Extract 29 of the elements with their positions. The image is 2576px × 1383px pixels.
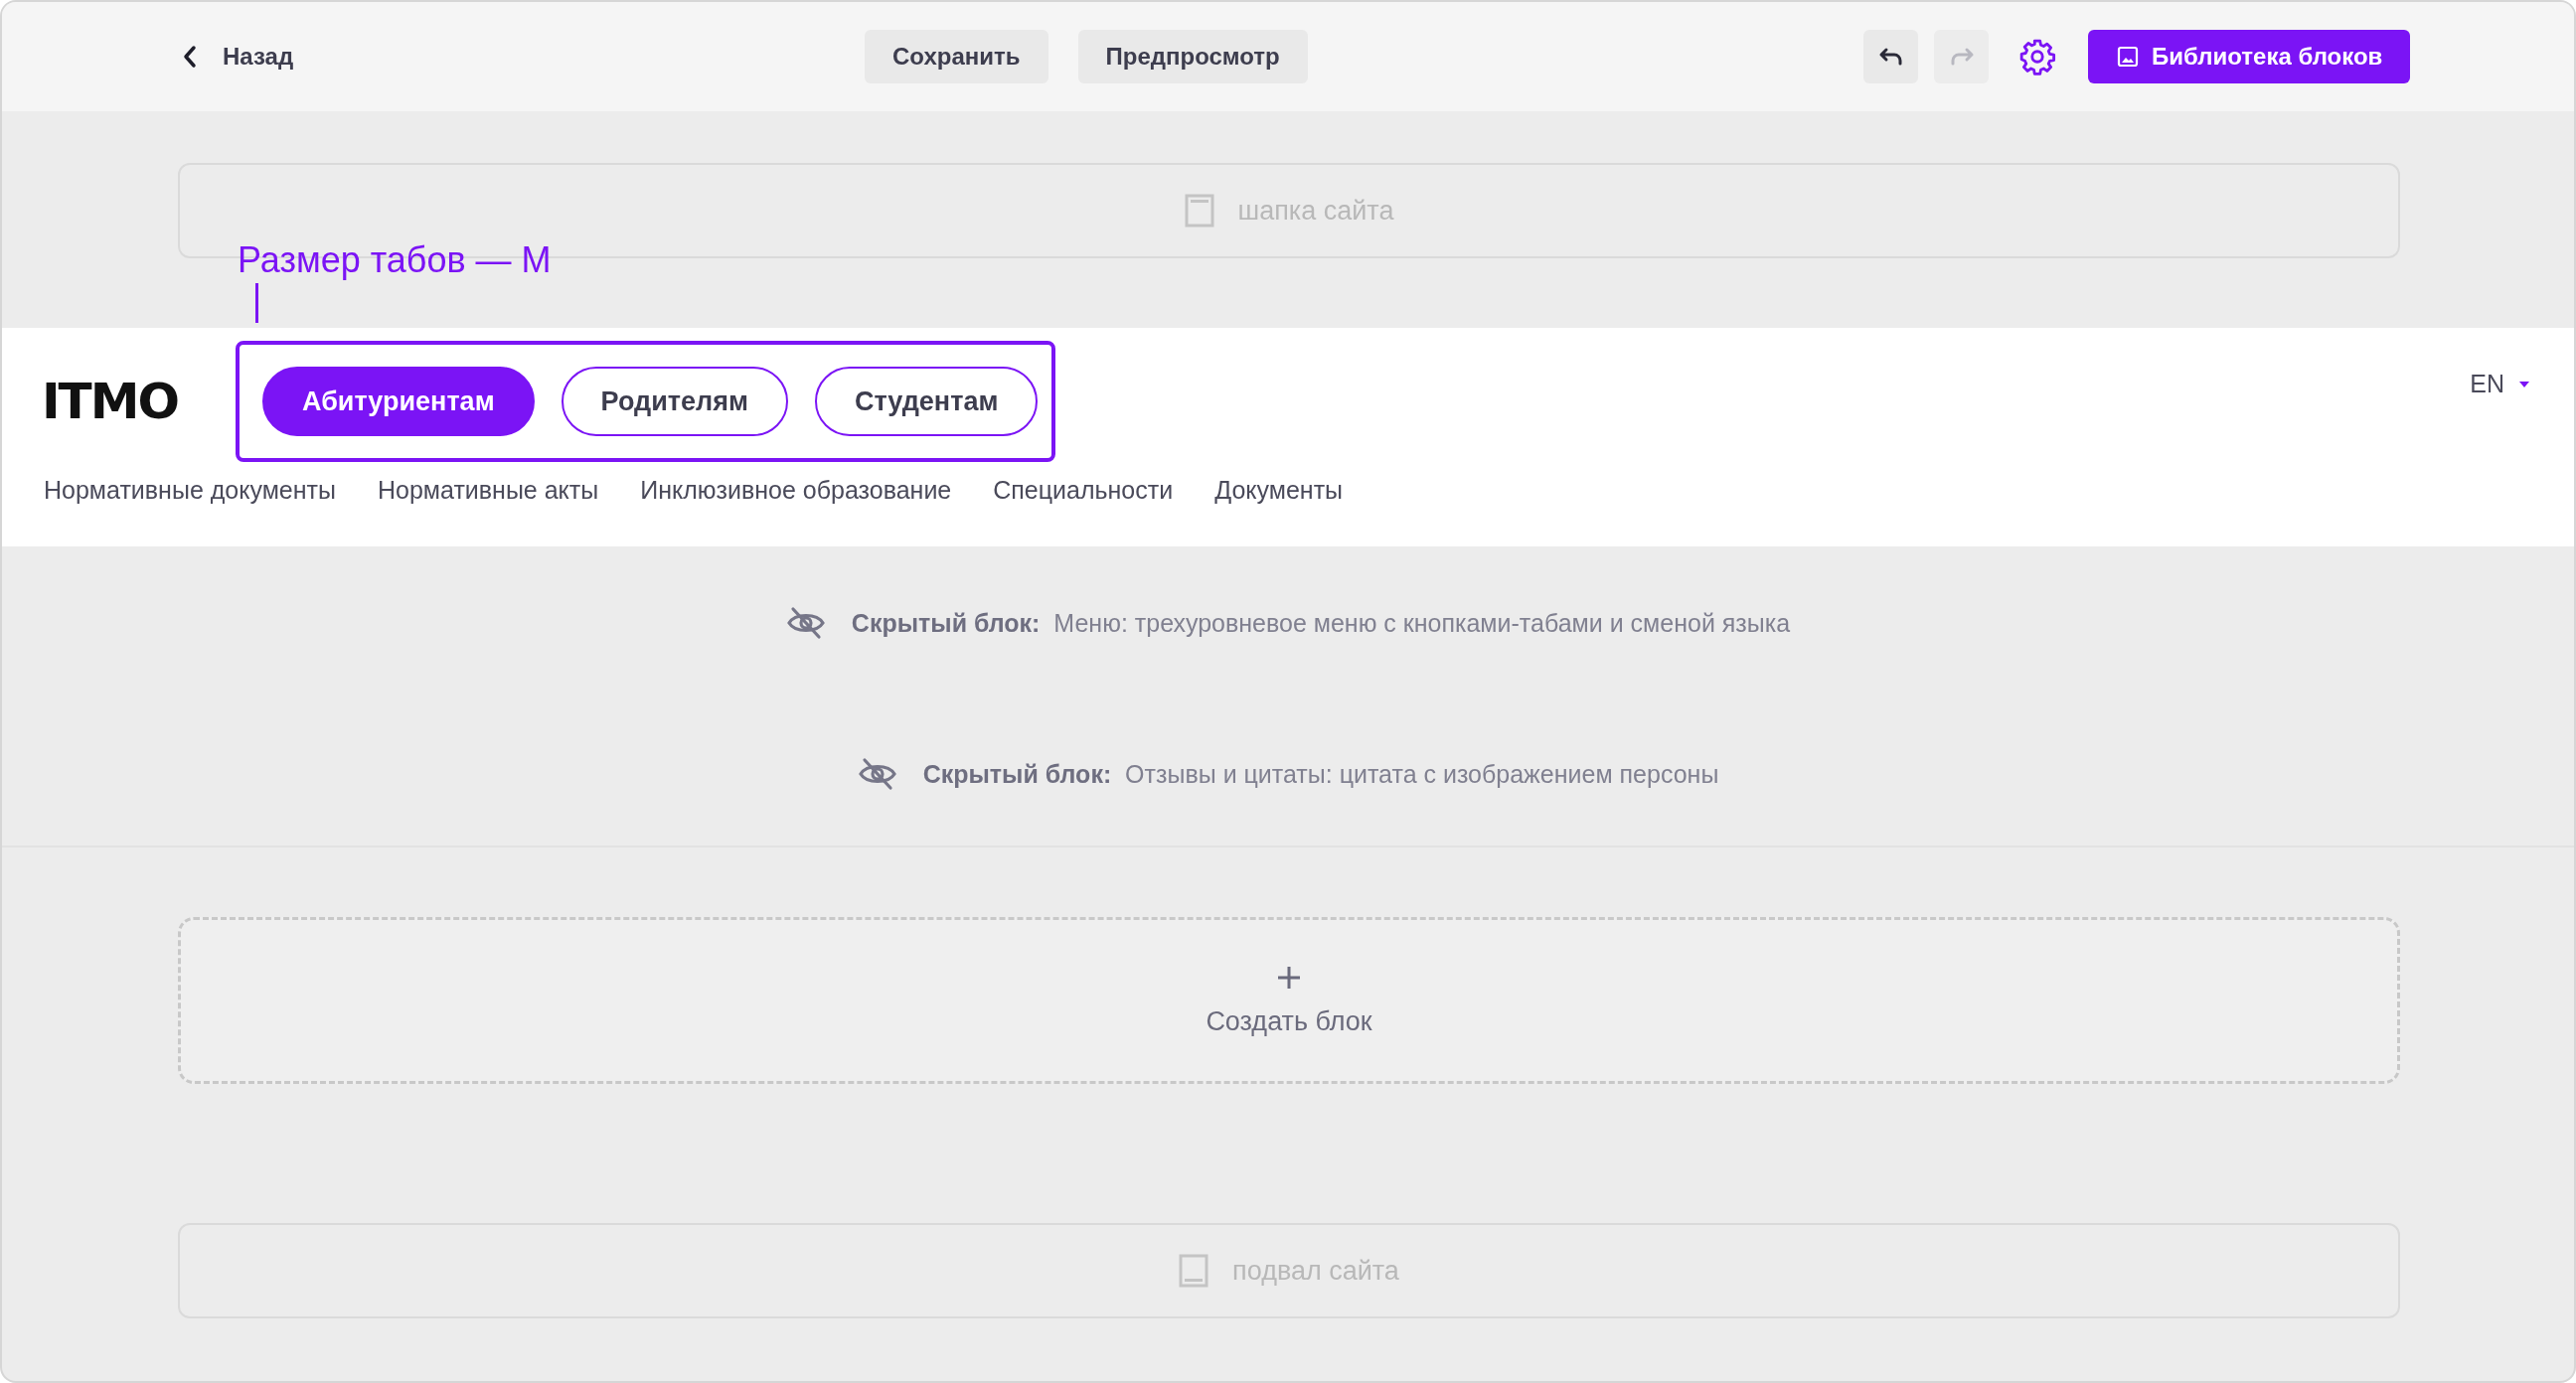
back-link[interactable]: Назад [181, 43, 294, 71]
leader-line [255, 283, 258, 323]
nav-link[interactable]: Документы [1214, 476, 1344, 505]
hidden-block-label: Скрытый блок: Меню: трехуровневое меню с кнопками-табами и сменой языка [851, 608, 1791, 638]
nav-link[interactable]: Специальности [993, 476, 1174, 505]
tab[interactable]: Абитуриентам [262, 367, 535, 436]
nav-link[interactable]: Инклюзивное образование [640, 476, 952, 505]
back-chevron-icon [181, 45, 199, 69]
logo: ITMO [42, 373, 179, 430]
nav-link[interactable]: Нормативные документы [44, 476, 336, 505]
hidden-eye-icon [785, 606, 826, 640]
image-icon [2116, 45, 2140, 69]
language-dropdown[interactable]: EN [2470, 370, 2530, 398]
settings-icon[interactable] [2018, 38, 2056, 76]
hidden-eye-icon [857, 757, 897, 791]
tab[interactable]: Родителям [561, 367, 788, 436]
nav-link[interactable]: Нормативные акты [378, 476, 599, 505]
caret-icon [2518, 380, 2530, 388]
header-layout-icon [1184, 194, 1214, 228]
undo-icon [1877, 47, 1904, 67]
footer-layout-icon [1179, 1254, 1209, 1288]
toolbar-button[interactable]: Предпросмотр [1077, 30, 1308, 83]
undo-button[interactable] [1863, 30, 1918, 83]
plus-icon [1276, 964, 1302, 991]
tab[interactable]: Студентам [814, 367, 1039, 436]
create-block-button[interactable]: Создать блок [178, 917, 2400, 1084]
hidden-block-label: Скрытый блок: Отзывы и цитаты: цитата с изображением персоны [922, 759, 1719, 789]
block-library-button[interactable]: Библиотека блоков [2088, 30, 2411, 83]
toolbar-button[interactable]: Сохранить [865, 30, 1048, 83]
